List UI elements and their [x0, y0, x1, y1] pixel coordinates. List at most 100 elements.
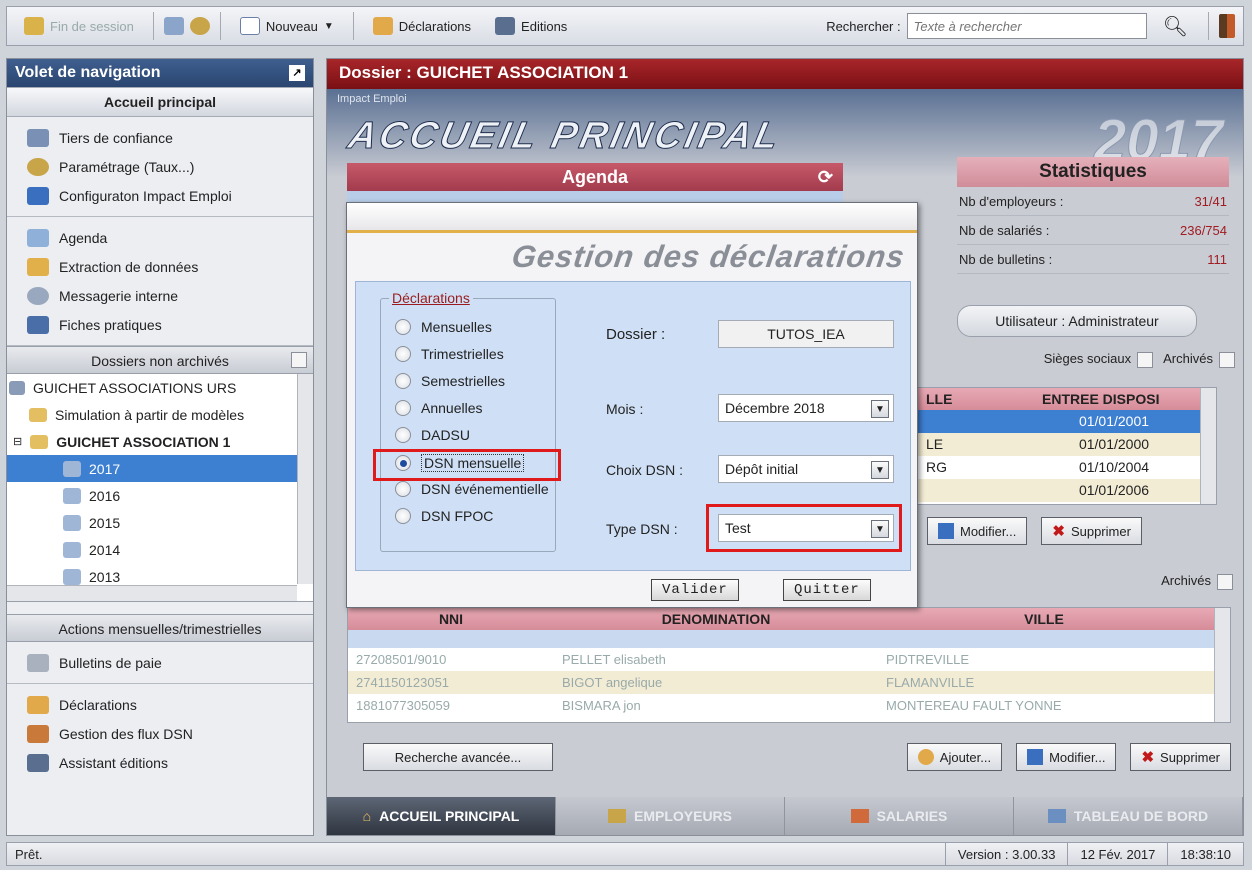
table-row[interactable]: 2741150123051 BIGOT angelique FLAMANVILLE [348, 671, 1230, 694]
choix-dsn-select[interactable]: Dépôt initial ▼ [718, 455, 894, 483]
pin-icon[interactable]: ↗ [289, 65, 305, 81]
collapse-icon[interactable]: ⊟ [13, 435, 22, 448]
col-ville[interactable]: VILLE [878, 611, 1210, 627]
table-row[interactable]: 01/01/2006 [918, 479, 1216, 502]
agenda-header: Agenda ⟳ [347, 163, 843, 191]
home-icon [27, 695, 49, 714]
exit-icon[interactable] [1219, 14, 1235, 38]
radio-semestrielles[interactable]: Semestrielles [395, 373, 505, 389]
tree-item-year-2016[interactable]: 2016 [7, 482, 313, 509]
radio-button[interactable] [395, 319, 411, 335]
tree-item-year-2015[interactable]: 2015 [7, 509, 313, 536]
sieges-label: Sièges sociaux [1043, 351, 1132, 366]
tree-item-year-2017[interactable]: 2017 [7, 455, 313, 482]
tab-employeurs[interactable]: EMPLOYEURS [556, 797, 785, 835]
radio-annuelles[interactable]: Annuelles [395, 400, 483, 416]
dialog-titlebar[interactable] [347, 203, 917, 233]
archives-filter[interactable]: Archivés [1163, 351, 1235, 368]
tree-item-root[interactable]: GUICHET ASSOCIATIONS URS [7, 374, 313, 401]
radio-dsn-evenementielle[interactable]: DSN événementielle [395, 481, 549, 497]
dropdown-arrow-icon[interactable]: ▼ [871, 400, 889, 418]
employee-add-button[interactable]: Ajouter... [906, 743, 1003, 771]
folders-checkbox[interactable] [291, 352, 307, 368]
employee-grid-scrollbar[interactable] [1214, 608, 1230, 722]
table-row[interactable]: 27208501/9010 PELLET elisabeth PIDTREVILLE [348, 648, 1230, 671]
table-row[interactable]: 1881077305059 BISMARA jon MONTEREAU FAULT … [348, 694, 1230, 717]
nav-item-agenda[interactable]: Agenda [7, 223, 313, 252]
root-folder-icon [9, 380, 25, 395]
editions-button[interactable]: Editions [486, 11, 576, 41]
nav-item-flux-dsn[interactable]: Gestion des flux DSN [7, 719, 313, 748]
col-entree[interactable]: ENTREE DISPOSI [1034, 391, 1194, 407]
archives-checkbox[interactable] [1219, 351, 1235, 368]
radio-trimestrielles[interactable]: Trimestrielles [395, 346, 504, 362]
search-input[interactable] [906, 13, 1147, 39]
quit-button[interactable]: Quitter [783, 579, 871, 601]
nav-item-extraction[interactable]: Extraction de données [7, 252, 313, 281]
radio-button[interactable] [395, 346, 411, 362]
nav-item-messagerie[interactable]: Messagerie interne [7, 281, 313, 310]
radio-button[interactable] [395, 427, 411, 443]
employee-delete-button[interactable]: ✖ Supprimer [1130, 743, 1231, 771]
nav-item-fiches[interactable]: Fiches pratiques [7, 310, 313, 339]
radio-label: DSN événementielle [421, 481, 549, 497]
col-nni[interactable]: NNI [348, 611, 554, 627]
tree-vscrollbar[interactable] [297, 374, 313, 584]
table-row[interactable] [348, 630, 1230, 648]
hero-title: ACCUEIL PRINCIPAL [344, 115, 786, 158]
sieges-filter[interactable]: Sièges sociaux [1043, 351, 1154, 368]
employee-archives-filter[interactable]: Archivés [1161, 573, 1233, 590]
refresh-icon[interactable]: ⟳ [818, 163, 833, 191]
radio-button[interactable] [395, 400, 411, 416]
radio-button[interactable] [395, 508, 411, 524]
tree-item-year-2014[interactable]: 2014 [7, 536, 313, 563]
validate-button[interactable]: Valider [651, 579, 739, 601]
radio-button[interactable] [395, 481, 411, 497]
end-session-label: Fin de session [50, 18, 134, 34]
radio-dsn-fpoc[interactable]: DSN FPOC [395, 508, 493, 524]
declarations-button[interactable]: Déclarations [364, 11, 480, 41]
col-denomination[interactable]: DENOMINATION [554, 611, 878, 627]
tree-hscrollbar[interactable] [7, 585, 297, 601]
add-label: Ajouter... [939, 749, 992, 765]
tree-item-folder[interactable]: ⊟ GUICHET ASSOCIATION 1 [7, 428, 313, 455]
gear-icon[interactable] [189, 17, 210, 35]
end-session-button[interactable]: Fin de session [15, 11, 143, 41]
new-button[interactable]: Nouveau ▼ [231, 11, 343, 41]
nav-item-configuration[interactable]: Configuraton Impact Emploi [7, 181, 313, 210]
nav-home-section[interactable]: Accueil principal [7, 87, 313, 117]
cell-ville [918, 479, 1034, 502]
radio-mensuelles[interactable]: Mensuelles [395, 319, 492, 335]
table-row[interactable]: RG 01/10/2004 [918, 456, 1216, 479]
nav-item-tiers[interactable]: Tiers de confiance [7, 123, 313, 152]
dropdown-arrow-icon[interactable]: ▼ [871, 461, 889, 479]
search-icon[interactable]: 🔍︎ [1153, 14, 1198, 39]
stat-row-payslips: Nb de bulletins : 111 [957, 245, 1229, 274]
user-button[interactable]: Utilisateur : Administrateur [957, 305, 1197, 337]
tree-item-simulation[interactable]: Simulation à partir de modèles [7, 401, 313, 428]
nav-item-bulletins[interactable]: Bulletins de paie [7, 648, 313, 677]
radio-dadsu[interactable]: DADSU [395, 427, 470, 443]
calculator-icon[interactable] [163, 17, 184, 35]
nav-item-declarations[interactable]: Déclarations [7, 690, 313, 719]
table-row[interactable]: 01/01/2001 [918, 410, 1216, 433]
archives-checkbox[interactable] [1217, 573, 1233, 590]
mois-select[interactable]: Décembre 2018 ▼ [718, 394, 894, 422]
tab-tableau-de-bord[interactable]: TABLEAU DE BORD [1014, 797, 1243, 835]
col-ville[interactable]: LLE [918, 391, 1034, 407]
calendar-icon [27, 228, 49, 247]
employer-modify-button[interactable]: Modifier... [927, 517, 1028, 545]
tab-accueil[interactable]: ⌂ ACCUEIL PRINCIPAL [327, 797, 556, 835]
employer-grid-scrollbar[interactable] [1200, 388, 1216, 504]
employee-modify-button[interactable]: Modifier... [1016, 743, 1117, 771]
tab-salaries[interactable]: SALARIES [785, 797, 1014, 835]
nav-item-assistant[interactable]: Assistant éditions [7, 748, 313, 777]
sieges-checkbox[interactable] [1137, 351, 1154, 368]
actions-header: Actions mensuelles/trimestrielles [7, 614, 313, 642]
employer-delete-button[interactable]: ✖ Supprimer [1041, 517, 1142, 545]
cell-nni: 27208501/9010 [356, 652, 447, 667]
nav-item-parametrage[interactable]: Paramétrage (Taux...) [7, 152, 313, 181]
table-row[interactable]: LE 01/01/2000 [918, 433, 1216, 456]
radio-button[interactable] [395, 373, 411, 389]
advanced-search-button[interactable]: Recherche avancée... [363, 743, 553, 771]
